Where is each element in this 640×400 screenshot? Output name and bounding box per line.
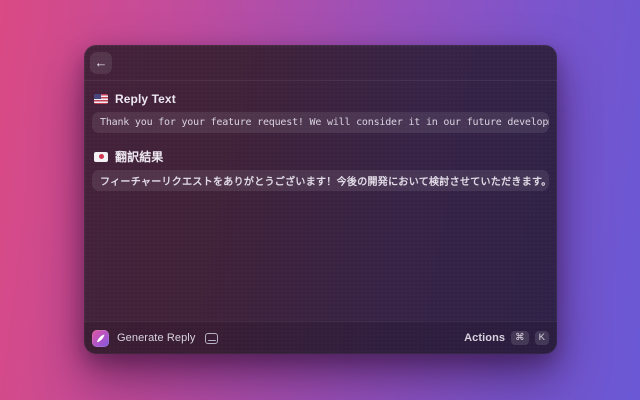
window-header: ←	[84, 45, 557, 81]
us-flag-icon	[94, 94, 108, 104]
back-button[interactable]: ←	[90, 52, 112, 74]
translation-title: 翻訳結果	[115, 148, 163, 165]
quill-icon	[95, 333, 106, 344]
k-keycap: K	[535, 331, 549, 345]
jp-flag-icon	[94, 152, 108, 162]
translation-section-header: 翻訳結果	[94, 150, 547, 163]
footer-bar: Generate Reply Actions ⌘ K	[84, 321, 557, 354]
reply-text-section-header: Reply Text	[94, 92, 547, 105]
actions-label: Actions	[464, 332, 505, 344]
cmd-keycap: ⌘	[511, 331, 529, 345]
extension-icon	[92, 330, 109, 347]
back-arrow-icon: ←	[95, 56, 108, 69]
app-window: ← Reply Text Thank you for your feature …	[84, 45, 557, 354]
actions-button[interactable]: Actions ⌘ K	[464, 331, 549, 345]
reply-text-value: Thank you for your feature request! We w…	[100, 117, 549, 128]
translation-field[interactable]: フィーチャーリクエストをありがとうございます！今後の開発において検討させていただ…	[92, 170, 549, 191]
reply-text-field[interactable]: Thank you for your feature request! We w…	[92, 112, 549, 133]
content-area: Reply Text Thank you for your feature re…	[84, 81, 557, 191]
reply-text-title: Reply Text	[115, 92, 176, 106]
translation-value: フィーチャーリクエストをありがとうございます！今後の開発において検討させていただ…	[100, 173, 549, 188]
window-mode-icon	[205, 333, 218, 344]
command-title: Generate Reply	[117, 332, 195, 344]
